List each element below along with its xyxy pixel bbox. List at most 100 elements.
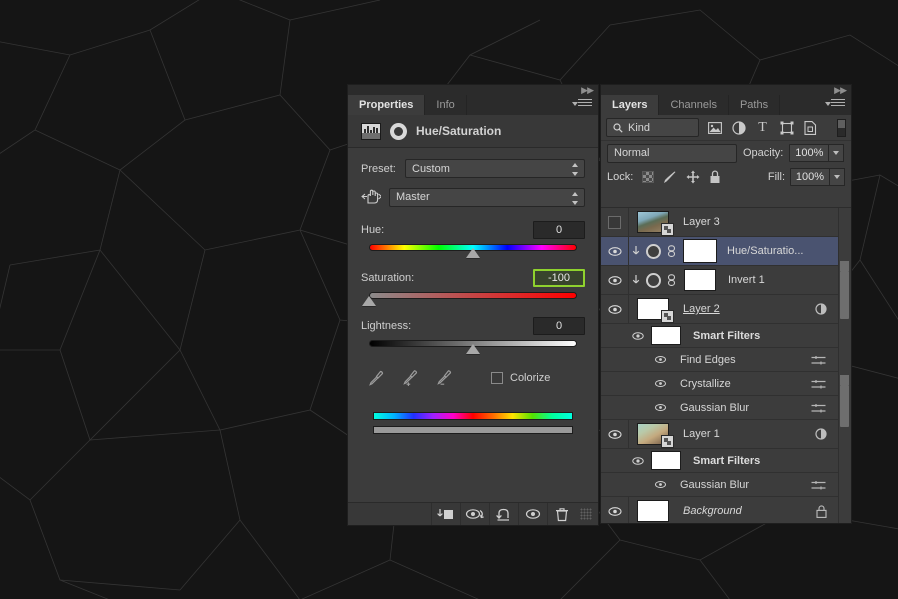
filter-pixel-layers-icon[interactable]: [706, 119, 723, 136]
filter-adjustment-layers-icon[interactable]: [730, 119, 747, 136]
reset-button[interactable]: [489, 503, 517, 525]
toggle-visibility-button[interactable]: [518, 503, 546, 525]
smart-filter-mask-thumbnail[interactable]: [651, 451, 681, 470]
filter-visibility-toggle[interactable]: [601, 355, 673, 364]
saturation-slider[interactable]: [361, 290, 585, 306]
layer-thumbnail[interactable]: [637, 298, 674, 323]
hue-spectrum-bar[interactable]: [373, 412, 573, 420]
channel-select[interactable]: Master: [389, 187, 585, 207]
layers-panel[interactable]: ▶▶ Layers Channels Paths Kind T Normal O…: [601, 85, 851, 523]
lightness-slider[interactable]: [361, 338, 585, 354]
filter-visibility-toggle[interactable]: [601, 403, 673, 412]
lightness-slider-thumb[interactable]: [466, 344, 481, 355]
panel-menu-icon[interactable]: [572, 99, 592, 110]
tab-layers[interactable]: Layers: [601, 95, 660, 115]
layer-visibility-toggle[interactable]: [601, 295, 629, 323]
smart-filters-indicator-icon[interactable]: [812, 427, 827, 441]
layers-list[interactable]: Layer 3 Hue/Saturatio... Invert 1 Layer …: [601, 207, 851, 523]
filter-name[interactable]: Crystallize: [680, 378, 731, 390]
scroll-up-arrow-icon[interactable]: [840, 261, 849, 271]
filter-type-layers-icon[interactable]: T: [754, 119, 771, 136]
layer-name[interactable]: Layer 3: [683, 216, 720, 228]
filter-smart-object-icon[interactable]: [802, 119, 819, 136]
filter-blending-options-icon[interactable]: [811, 480, 826, 490]
clip-to-layer-button[interactable]: [431, 503, 459, 525]
saturation-value-field[interactable]: -100: [533, 269, 585, 287]
table-row[interactable]: Background: [601, 497, 851, 523]
layer-visibility-toggle[interactable]: [601, 420, 629, 448]
delete-adjustment-button[interactable]: [547, 503, 575, 525]
layer-visibility-toggle[interactable]: [601, 497, 629, 523]
link-mask-icon[interactable]: [667, 273, 681, 287]
lock-position-icon[interactable]: [686, 170, 700, 184]
stepper-icon[interactable]: [724, 148, 731, 161]
layer-mask-thumbnail[interactable]: [684, 269, 716, 291]
smart-filters-indicator-icon[interactable]: [812, 302, 827, 316]
saturation-slider-thumb[interactable]: [362, 296, 377, 307]
layer-thumbnail[interactable]: [637, 423, 674, 448]
filter-enable-toggle[interactable]: [837, 118, 846, 137]
table-row[interactable]: Invert 1: [601, 266, 851, 295]
lock-all-icon[interactable]: [709, 170, 721, 184]
stepper-icon[interactable]: [686, 122, 693, 135]
table-row[interactable]: Layer 1: [601, 420, 851, 449]
table-row[interactable]: Hue/Saturatio...: [601, 237, 851, 266]
on-image-adjust-hand-icon[interactable]: [361, 187, 383, 207]
layer-mask-thumbnail[interactable]: [683, 239, 717, 263]
layer-thumbnail[interactable]: [637, 500, 669, 522]
eyedropper-plus-icon[interactable]: [401, 369, 419, 387]
smart-filter-item[interactable]: Gaussian Blur: [601, 396, 851, 420]
layers-scrollbar[interactable]: [838, 208, 851, 523]
smart-filters-visibility-toggle[interactable]: [601, 456, 651, 466]
fill-value-field[interactable]: 100%: [790, 168, 830, 186]
filter-name[interactable]: Gaussian Blur: [680, 402, 749, 414]
filter-name[interactable]: Gaussian Blur: [680, 479, 749, 491]
fill-dropdown-button[interactable]: [830, 168, 845, 186]
tab-paths[interactable]: Paths: [729, 95, 781, 115]
opacity-dropdown-button[interactable]: [829, 144, 845, 162]
table-row[interactable]: Layer 2: [601, 295, 851, 324]
layer-visibility-toggle[interactable]: [601, 266, 629, 294]
filter-visibility-toggle[interactable]: [601, 480, 673, 489]
panel-menu-icon[interactable]: [825, 99, 845, 110]
adjustment-layer-thumbnail[interactable]: [646, 272, 661, 288]
filter-kind-select[interactable]: Kind: [606, 118, 699, 137]
adjusted-spectrum-bar[interactable]: [373, 426, 573, 434]
colorize-checkbox[interactable]: [491, 372, 503, 384]
eyedropper-minus-icon[interactable]: [435, 369, 453, 387]
saturation-track[interactable]: [369, 292, 577, 299]
layer-name[interactable]: Layer 2: [683, 303, 720, 315]
hue-slider-thumb[interactable]: [466, 248, 481, 259]
layer-visibility-toggle[interactable]: [601, 237, 629, 265]
smart-filters-row[interactable]: Smart Filters: [601, 324, 851, 348]
adjustment-layer-thumbnail[interactable]: [646, 243, 661, 259]
stepper-icon[interactable]: [572, 191, 579, 205]
preset-select[interactable]: Custom: [405, 159, 585, 178]
layers-scrollbar-thumb-lower[interactable]: [840, 385, 849, 427]
toggle-previous-state-button[interactable]: [460, 503, 488, 525]
hue-slider[interactable]: [361, 242, 585, 258]
eyedropper-icon[interactable]: [367, 369, 385, 387]
tab-info[interactable]: Info: [425, 95, 467, 115]
blend-mode-select[interactable]: Normal: [607, 143, 737, 163]
smart-filters-visibility-toggle[interactable]: [601, 331, 651, 341]
filter-shape-layers-icon[interactable]: [778, 119, 795, 136]
lock-image-pixels-icon[interactable]: [663, 171, 677, 184]
smart-filter-mask-thumbnail[interactable]: [651, 326, 681, 345]
smart-filter-item[interactable]: Crystallize: [601, 372, 851, 396]
lock-transparent-pixels-icon[interactable]: [642, 171, 655, 183]
smart-filter-item[interactable]: Gaussian Blur: [601, 473, 851, 497]
filter-blending-options-icon[interactable]: [811, 379, 826, 389]
filter-blending-options-icon[interactable]: [811, 403, 826, 413]
double-arrow-right-icon[interactable]: ▶▶: [581, 86, 594, 95]
properties-panel[interactable]: ▶▶ Properties Info Hue/Saturation Preset…: [348, 85, 598, 525]
layer-name[interactable]: Background: [683, 505, 742, 517]
panel-resize-grip[interactable]: [580, 508, 592, 520]
filter-blending-options-icon[interactable]: [811, 355, 826, 365]
smart-filters-row[interactable]: Smart Filters: [601, 449, 851, 473]
filter-visibility-toggle[interactable]: [601, 379, 673, 388]
double-arrow-right-icon[interactable]: ▶▶: [834, 86, 847, 95]
layer-visibility-toggle[interactable]: [601, 208, 629, 236]
opacity-value-field[interactable]: 100%: [789, 144, 830, 162]
stepper-icon[interactable]: [572, 163, 579, 176]
